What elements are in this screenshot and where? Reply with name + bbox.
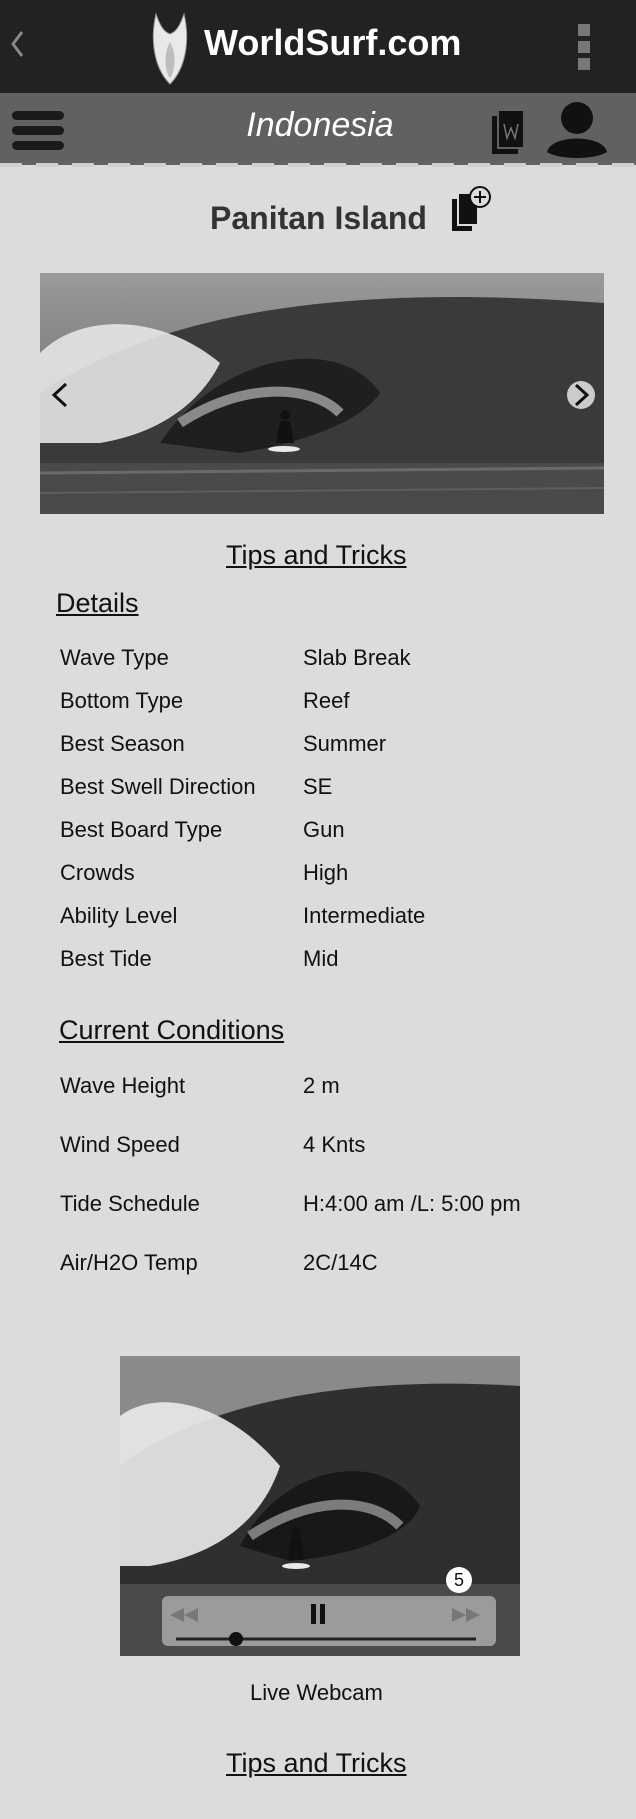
detail-value: Reef (303, 688, 350, 713)
detail-value: Slab Break (303, 645, 411, 670)
condition-value: 4 Knts (303, 1132, 366, 1157)
viewer-count-badge: 5 (446, 1567, 472, 1593)
more-vert-icon[interactable] (578, 24, 592, 70)
detail-label: Bottom Type (60, 688, 184, 713)
detail-label: Ability Level (60, 903, 178, 928)
detail-label: Best Season (60, 731, 185, 756)
chevron-left-icon[interactable] (8, 24, 28, 64)
carousel-prev-icon[interactable] (46, 380, 76, 410)
hamburger-icon[interactable] (12, 111, 64, 151)
condition-label: Wind Speed (60, 1132, 180, 1157)
condition-label: Wave Height (60, 1073, 186, 1098)
tips-and-tricks-link[interactable]: Tips and Tricks (226, 540, 407, 571)
pause-icon[interactable] (308, 1602, 328, 1626)
condition-value: H:4:00 am /L: 5:00 pm (303, 1191, 521, 1216)
current-conditions-heading: Current Conditions (59, 1015, 285, 1045)
condition-label: Air/H2O Temp (60, 1250, 198, 1275)
condition-value: 2C/14C (303, 1250, 378, 1275)
live-webcam-label: Live Webcam (250, 1680, 383, 1705)
fast-forward-icon[interactable] (450, 1606, 482, 1624)
detail-value: Mid (303, 946, 339, 971)
user-icon[interactable] (545, 100, 609, 158)
carousel-next-icon[interactable] (566, 379, 596, 411)
detail-value: Intermediate (303, 903, 426, 928)
spot-title: Panitan Island (210, 200, 427, 236)
surfboard-logo (152, 12, 188, 85)
rewind-icon[interactable] (168, 1606, 200, 1624)
tips-and-tricks-link-bottom[interactable]: Tips and Tricks (226, 1748, 407, 1779)
divider (0, 163, 636, 167)
detail-label: Best Tide (60, 946, 152, 971)
detail-label: Best Board Type (60, 817, 223, 842)
detail-value: Summer (303, 731, 387, 756)
detail-label: Crowds (60, 860, 135, 885)
video-seek-slider[interactable] (174, 1632, 480, 1646)
region-title: Indonesia (246, 106, 394, 144)
video-controls (162, 1596, 496, 1646)
detail-value: Gun (303, 817, 345, 842)
detail-label: Wave Type (60, 645, 169, 670)
condition-label: Tide Schedule (60, 1191, 200, 1216)
detail-value: High (303, 860, 349, 885)
condition-value: 2 m (303, 1073, 340, 1098)
details-heading: Details (56, 588, 139, 618)
seek-knob[interactable] (229, 1632, 243, 1646)
detail-value: SE (303, 774, 333, 799)
brand-title: WorldSurf.com (204, 22, 462, 63)
detail-label: Best Swell Direction (60, 774, 256, 799)
bookmark-plus-icon[interactable] (450, 185, 494, 235)
spot-photo-carousel[interactable] (40, 273, 604, 514)
bookmark-icon[interactable] (490, 108, 526, 156)
